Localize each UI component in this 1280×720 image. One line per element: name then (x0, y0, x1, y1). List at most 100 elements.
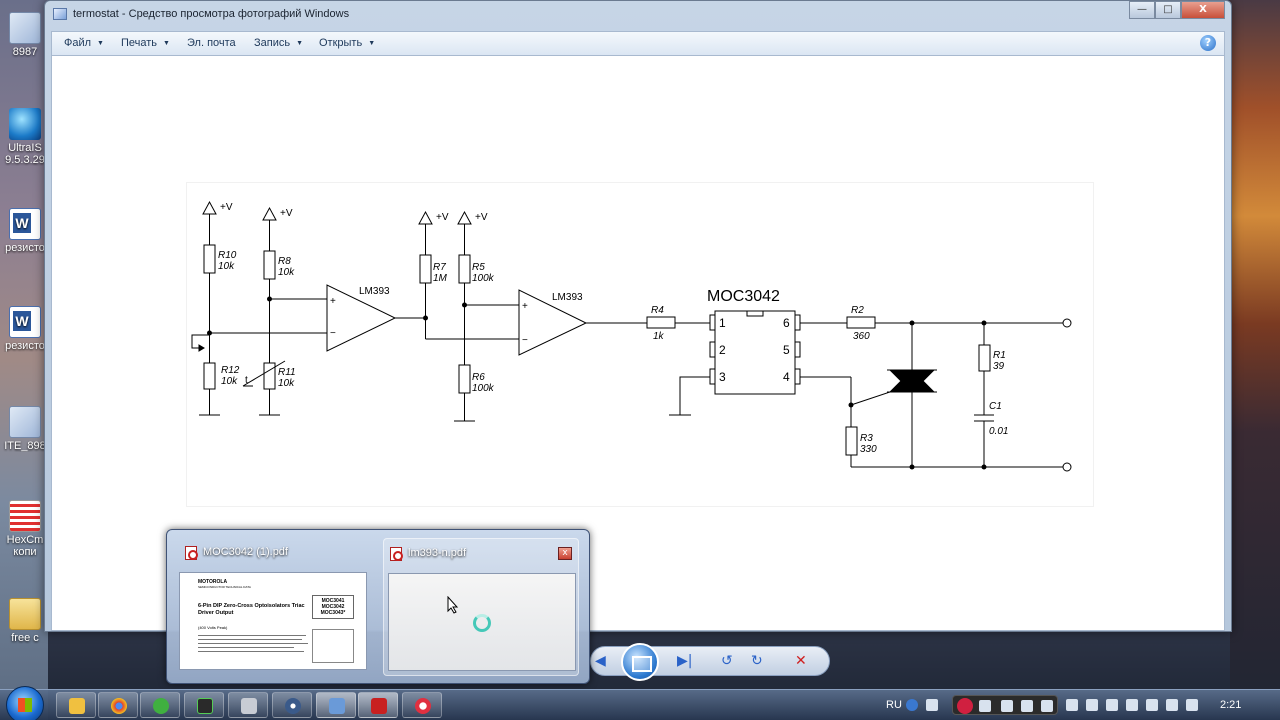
menu-email-label: Эл. почта (187, 37, 236, 49)
tray-app-icon[interactable] (1166, 699, 1178, 711)
taskbar-app-drive[interactable] (228, 692, 268, 718)
label-r4: R4 (651, 305, 664, 316)
supply-label: +V (280, 208, 293, 219)
clock[interactable]: 2:21 (1220, 699, 1241, 711)
opera-icon (415, 698, 431, 714)
thumbnail-moc3042[interactable]: MOC3042 (1).pdf MOTOROLA SEMICONDUCTOR T… (175, 538, 371, 676)
value-r10: 10k (218, 261, 235, 272)
doc-text-line (198, 639, 302, 640)
window-controls: — □ X (1129, 1, 1225, 19)
supply-symbol-r5 (457, 210, 472, 225)
webcam-icon[interactable] (1041, 700, 1053, 712)
tray-app-icon[interactable] (1126, 699, 1138, 711)
delete-icon[interactable]: ✕ (795, 653, 807, 669)
help-icon[interactable] (906, 699, 918, 711)
language-indicator[interactable]: RU (886, 699, 902, 711)
slideshow-button[interactable] (621, 643, 659, 681)
image-icon (9, 12, 41, 44)
supply-symbol-r10 (202, 200, 217, 215)
volume-icon[interactable] (1086, 699, 1098, 711)
taskbar-app-media[interactable] (272, 692, 312, 718)
title-bar[interactable]: termostat - Средство просмотра фотографи… (45, 1, 1231, 29)
start-button[interactable] (6, 686, 44, 720)
chevron-down-icon: ▼ (368, 39, 376, 47)
value-r8: 10k (278, 267, 295, 278)
supply-label: +V (220, 202, 233, 213)
menu-email[interactable]: Эл. почта (187, 37, 236, 49)
moc-label: MOC3042 (707, 288, 780, 305)
terminal-icon (197, 698, 213, 714)
desktop-icon-ite[interactable]: ITE_898 (2, 406, 48, 452)
taskbar-app-green[interactable] (140, 692, 180, 718)
word-icon (9, 208, 41, 240)
tray-settings-icon[interactable] (926, 699, 938, 711)
taskbar-app-acrobat[interactable] (358, 692, 398, 718)
menu-file[interactable]: Файл ▼ (64, 37, 104, 49)
desktop-icon-label: HexCm копи (6, 534, 44, 558)
resistor-r2 (846, 316, 876, 329)
pdf-icon (185, 546, 198, 560)
pin-5: 5 (783, 343, 790, 357)
maximize-button[interactable]: □ (1155, 1, 1181, 19)
desktop-icon-label: резисто (5, 340, 45, 352)
record-pause-icon[interactable] (957, 698, 973, 714)
resistor-r8 (263, 250, 276, 280)
camera-icon[interactable] (1001, 700, 1013, 712)
desktop-icon-label: UltraIS 9.5.3.29 (5, 142, 45, 166)
label-c1: C1 (989, 401, 1002, 412)
resistor-r5 (458, 254, 471, 284)
value-c1: 0.01 (989, 426, 1008, 437)
menu-open[interactable]: Открыть ▼ (319, 37, 375, 49)
doc-note: (400 Volts Peak) (198, 625, 228, 630)
next-icon[interactable]: ▶| (677, 653, 692, 669)
stop-icon[interactable] (979, 700, 991, 712)
resistor-r3 (845, 426, 858, 456)
thumbnail-lm393[interactable]: lm393-n.pdf x (383, 538, 579, 676)
menu-bar: Файл ▼ Печать ▼ Эл. почта Запись ▼ Открыть ▼… (51, 31, 1225, 55)
desktop-icon-word-2[interactable]: резисто (2, 306, 48, 352)
thumbnail-close-button[interactable]: x (558, 547, 572, 560)
help-icon[interactable]: ? (1200, 35, 1216, 51)
thumbnail-title: MOC3042 (1).pdf (203, 546, 288, 558)
chevron-down-icon: ▼ (296, 39, 304, 47)
desktop-icon-word-1[interactable]: резисто (2, 208, 48, 254)
tray-app-icon[interactable] (1146, 699, 1158, 711)
previous-icon[interactable]: ◀ (595, 653, 606, 669)
media-icon (285, 698, 301, 714)
taskbar-thumbnail-flyout: MOC3042 (1).pdf MOTOROLA SEMICONDUCTOR T… (166, 529, 590, 684)
taskbar-app-chrome[interactable] (98, 692, 138, 718)
menu-print[interactable]: Печать ▼ (121, 37, 170, 49)
power-icon[interactable] (1186, 699, 1198, 711)
resistor-r4 (646, 316, 676, 329)
photo-viewer-icon (53, 8, 67, 20)
rotate-right-icon[interactable]: ↻ (751, 653, 763, 669)
close-button[interactable]: X (1181, 1, 1225, 19)
pen-icon[interactable] (1021, 700, 1033, 712)
pin-1: 1 (719, 316, 726, 330)
network-icon[interactable] (1066, 699, 1078, 711)
desktop-icon-ultraiso[interactable]: UltraIS 9.5.3.29 (2, 108, 48, 166)
desktop-icon-8987[interactable]: 8987 (2, 12, 48, 58)
taskbar-app-photo-viewer[interactable] (316, 692, 356, 718)
rotate-left-icon[interactable]: ↺ (721, 653, 733, 669)
globe-icon (9, 108, 41, 140)
potentiometer-r12 (203, 362, 216, 390)
taskbar-app-explorer[interactable] (56, 692, 96, 718)
taskbar-app-terminal[interactable] (184, 692, 224, 718)
tray-app-icon[interactable] (1106, 699, 1118, 711)
value-r12: 10k (221, 376, 238, 387)
pin-6: 6 (783, 316, 790, 330)
menu-burn[interactable]: Запись ▼ (254, 37, 303, 49)
taskbar-app-opera[interactable] (402, 692, 442, 718)
opamp2-minus: − (522, 335, 528, 346)
schematic-image: +V +V +V +V R10 10k R8 10k R12 10k R11 1… (187, 183, 1093, 506)
desktop-icon-label: free c (11, 632, 39, 644)
pin-3: 3 (719, 370, 726, 384)
opamp2-label: LM393 (552, 292, 583, 303)
doc-parts-box: MOC3041 MOC3042 MOC3043* (312, 595, 354, 619)
desktop-icon-label: ITE_898 (4, 440, 46, 452)
minimize-button[interactable]: — (1129, 1, 1155, 19)
value-r4: 1k (653, 331, 665, 342)
desktop-icon-hexcmp[interactable]: HexCm копи (2, 500, 48, 558)
desktop-icon-folder[interactable]: free c (2, 598, 48, 644)
